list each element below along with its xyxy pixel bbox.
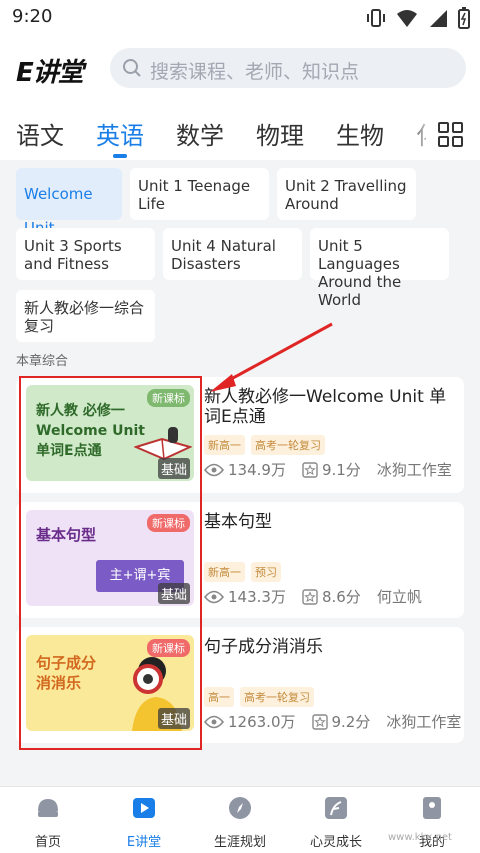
course-tag: 高考一轮复习 — [251, 435, 325, 455]
tab-chinese[interactable]: 语文 — [16, 116, 64, 151]
app-header: E讲堂 搜索课程、老师、知识点 — [0, 34, 480, 104]
tab-physics[interactable]: 物理 — [256, 116, 304, 151]
active-tab-indicator — [113, 154, 127, 158]
course-meta: 134.9万 9.1分 冰狗工作室 — [204, 459, 452, 480]
tab-career[interactable]: 生涯规划 — [200, 795, 280, 850]
view-count: 134.9万 — [228, 461, 286, 479]
new-curriculum-badge: 新课标 — [147, 514, 190, 532]
battery-icon — [458, 7, 470, 29]
course-tag: 预习 — [251, 562, 281, 582]
status-bar: 9:20 — [0, 0, 480, 34]
tab-mind-growth[interactable]: 心灵成长 — [296, 795, 376, 850]
tab-home[interactable]: 首页 — [8, 795, 88, 850]
unit-chip-4[interactable]: Unit 4 Natural Disasters — [163, 228, 302, 280]
search-input[interactable]: 搜索课程、老师、知识点 — [110, 48, 466, 88]
unit-chip-2[interactable]: Unit 2 Travelling Around — [277, 168, 416, 220]
grid-menu-icon[interactable] — [438, 122, 464, 148]
compass-icon — [229, 797, 251, 819]
author: 何立帆 — [376, 588, 422, 606]
profile-icon — [423, 797, 441, 819]
course-meta: 143.3万 8.6分 何立帆 — [204, 586, 422, 607]
course-title[interactable]: 基本句型 — [204, 512, 460, 532]
eye-icon — [204, 590, 224, 603]
rating: 9.1分 — [321, 461, 361, 479]
search-icon — [123, 59, 141, 77]
tab-label: 心灵成长 — [309, 835, 362, 850]
unit-chip-welcome[interactable]: Welcome Unit — [16, 168, 122, 237]
tab-ejiangtang[interactable]: E讲堂 — [104, 795, 184, 850]
level-badge: 基础 — [157, 708, 190, 729]
growth-icon — [325, 797, 347, 819]
thumb-text: 基本句型 — [36, 526, 97, 544]
unit-chip-1[interactable]: Unit 1 Teenage Life — [130, 168, 269, 220]
course-thumbnail[interactable]: 句子成分 消消乐 新课标 基础 — [26, 635, 194, 731]
signal-icon — [430, 10, 447, 27]
home-icon — [38, 799, 58, 817]
course-card[interactable]: 基本句型 主+谓+宾 新课标 基础 基本句型 新高一 预习 143.3万 8.6… — [16, 502, 464, 618]
course-tags: 新高一 预习 — [204, 562, 281, 582]
tab-english[interactable]: 英语 — [96, 116, 144, 151]
play-icon — [133, 798, 155, 818]
course-tags: 新高一 高考一轮复习 — [204, 435, 325, 455]
author: 冰狗工作室 — [376, 461, 452, 479]
view-count: 1263.0万 — [228, 713, 296, 731]
tab-label: 生涯规划 — [213, 835, 266, 850]
course-tag: 高一 — [204, 687, 234, 707]
course-card[interactable]: 句子成分 消消乐 新课标 基础 句子成分消消乐 高一 高考一轮复习 1263.0… — [16, 627, 464, 743]
course-meta: 1263.0万 9.2分 冰狗工作室 — [204, 711, 461, 732]
course-tag: 新高一 — [204, 562, 245, 582]
new-curriculum-badge: 新课标 — [147, 639, 190, 657]
unit-chip-review[interactable]: 新人教必修一综合复习 — [16, 290, 155, 342]
star-icon — [311, 713, 328, 730]
view-count: 143.3万 — [228, 588, 286, 606]
course-tag: 新高一 — [204, 435, 245, 455]
star-icon — [302, 588, 318, 605]
new-curriculum-badge: 新课标 — [147, 389, 190, 407]
app-logo: E讲堂 — [16, 58, 84, 88]
tab-label: 首页 — [34, 835, 61, 850]
level-badge: 基础 — [157, 458, 190, 479]
star-icon — [302, 461, 318, 478]
status-time: 9:20 — [12, 6, 53, 27]
author: 冰狗工作室 — [386, 713, 462, 731]
rating: 8.6分 — [321, 588, 361, 606]
tabs-fade — [405, 104, 435, 160]
course-tag: 高考一轮复习 — [240, 687, 314, 707]
level-badge: 基础 — [157, 583, 190, 604]
course-thumbnail[interactable]: 基本句型 主+谓+宾 新课标 基础 — [26, 510, 194, 606]
subject-tabs: 语文 英语 数学 物理 生物 化 — [0, 104, 480, 160]
unit-chip-3[interactable]: Unit 3 Sports and Fitness — [16, 228, 155, 280]
status-icons — [366, 7, 470, 29]
thumb-text: 新人教 必修一 Welcome Unit 单词E点通 — [36, 403, 145, 459]
tab-biology[interactable]: 生物 — [336, 116, 384, 151]
watermark-text: www.kkx.net — [388, 832, 452, 843]
thumb-text: 句子成分 消消乐 — [36, 654, 97, 692]
annotation-arrow-icon — [210, 322, 333, 392]
eye-icon — [204, 715, 224, 728]
vibrate-icon — [367, 9, 385, 27]
rating: 9.2分 — [331, 713, 371, 731]
course-thumbnail[interactable]: 新人教 必修一 Welcome Unit 单词E点通 新课标 基础 — [26, 385, 194, 481]
tab-math[interactable]: 数学 — [176, 116, 224, 151]
eye-icon — [204, 463, 224, 476]
course-tags: 高一 高考一轮复习 — [204, 687, 314, 707]
tab-label: E讲堂 — [126, 835, 162, 850]
wifi-icon — [397, 10, 417, 27]
section-label: 本章综合 — [16, 354, 69, 369]
unit-chip-5[interactable]: Unit 5 Languages Around the World — [310, 228, 449, 309]
search-placeholder: 搜索课程、老师、知识点 — [150, 61, 360, 83]
course-title[interactable]: 句子成分消消乐 — [204, 637, 460, 657]
